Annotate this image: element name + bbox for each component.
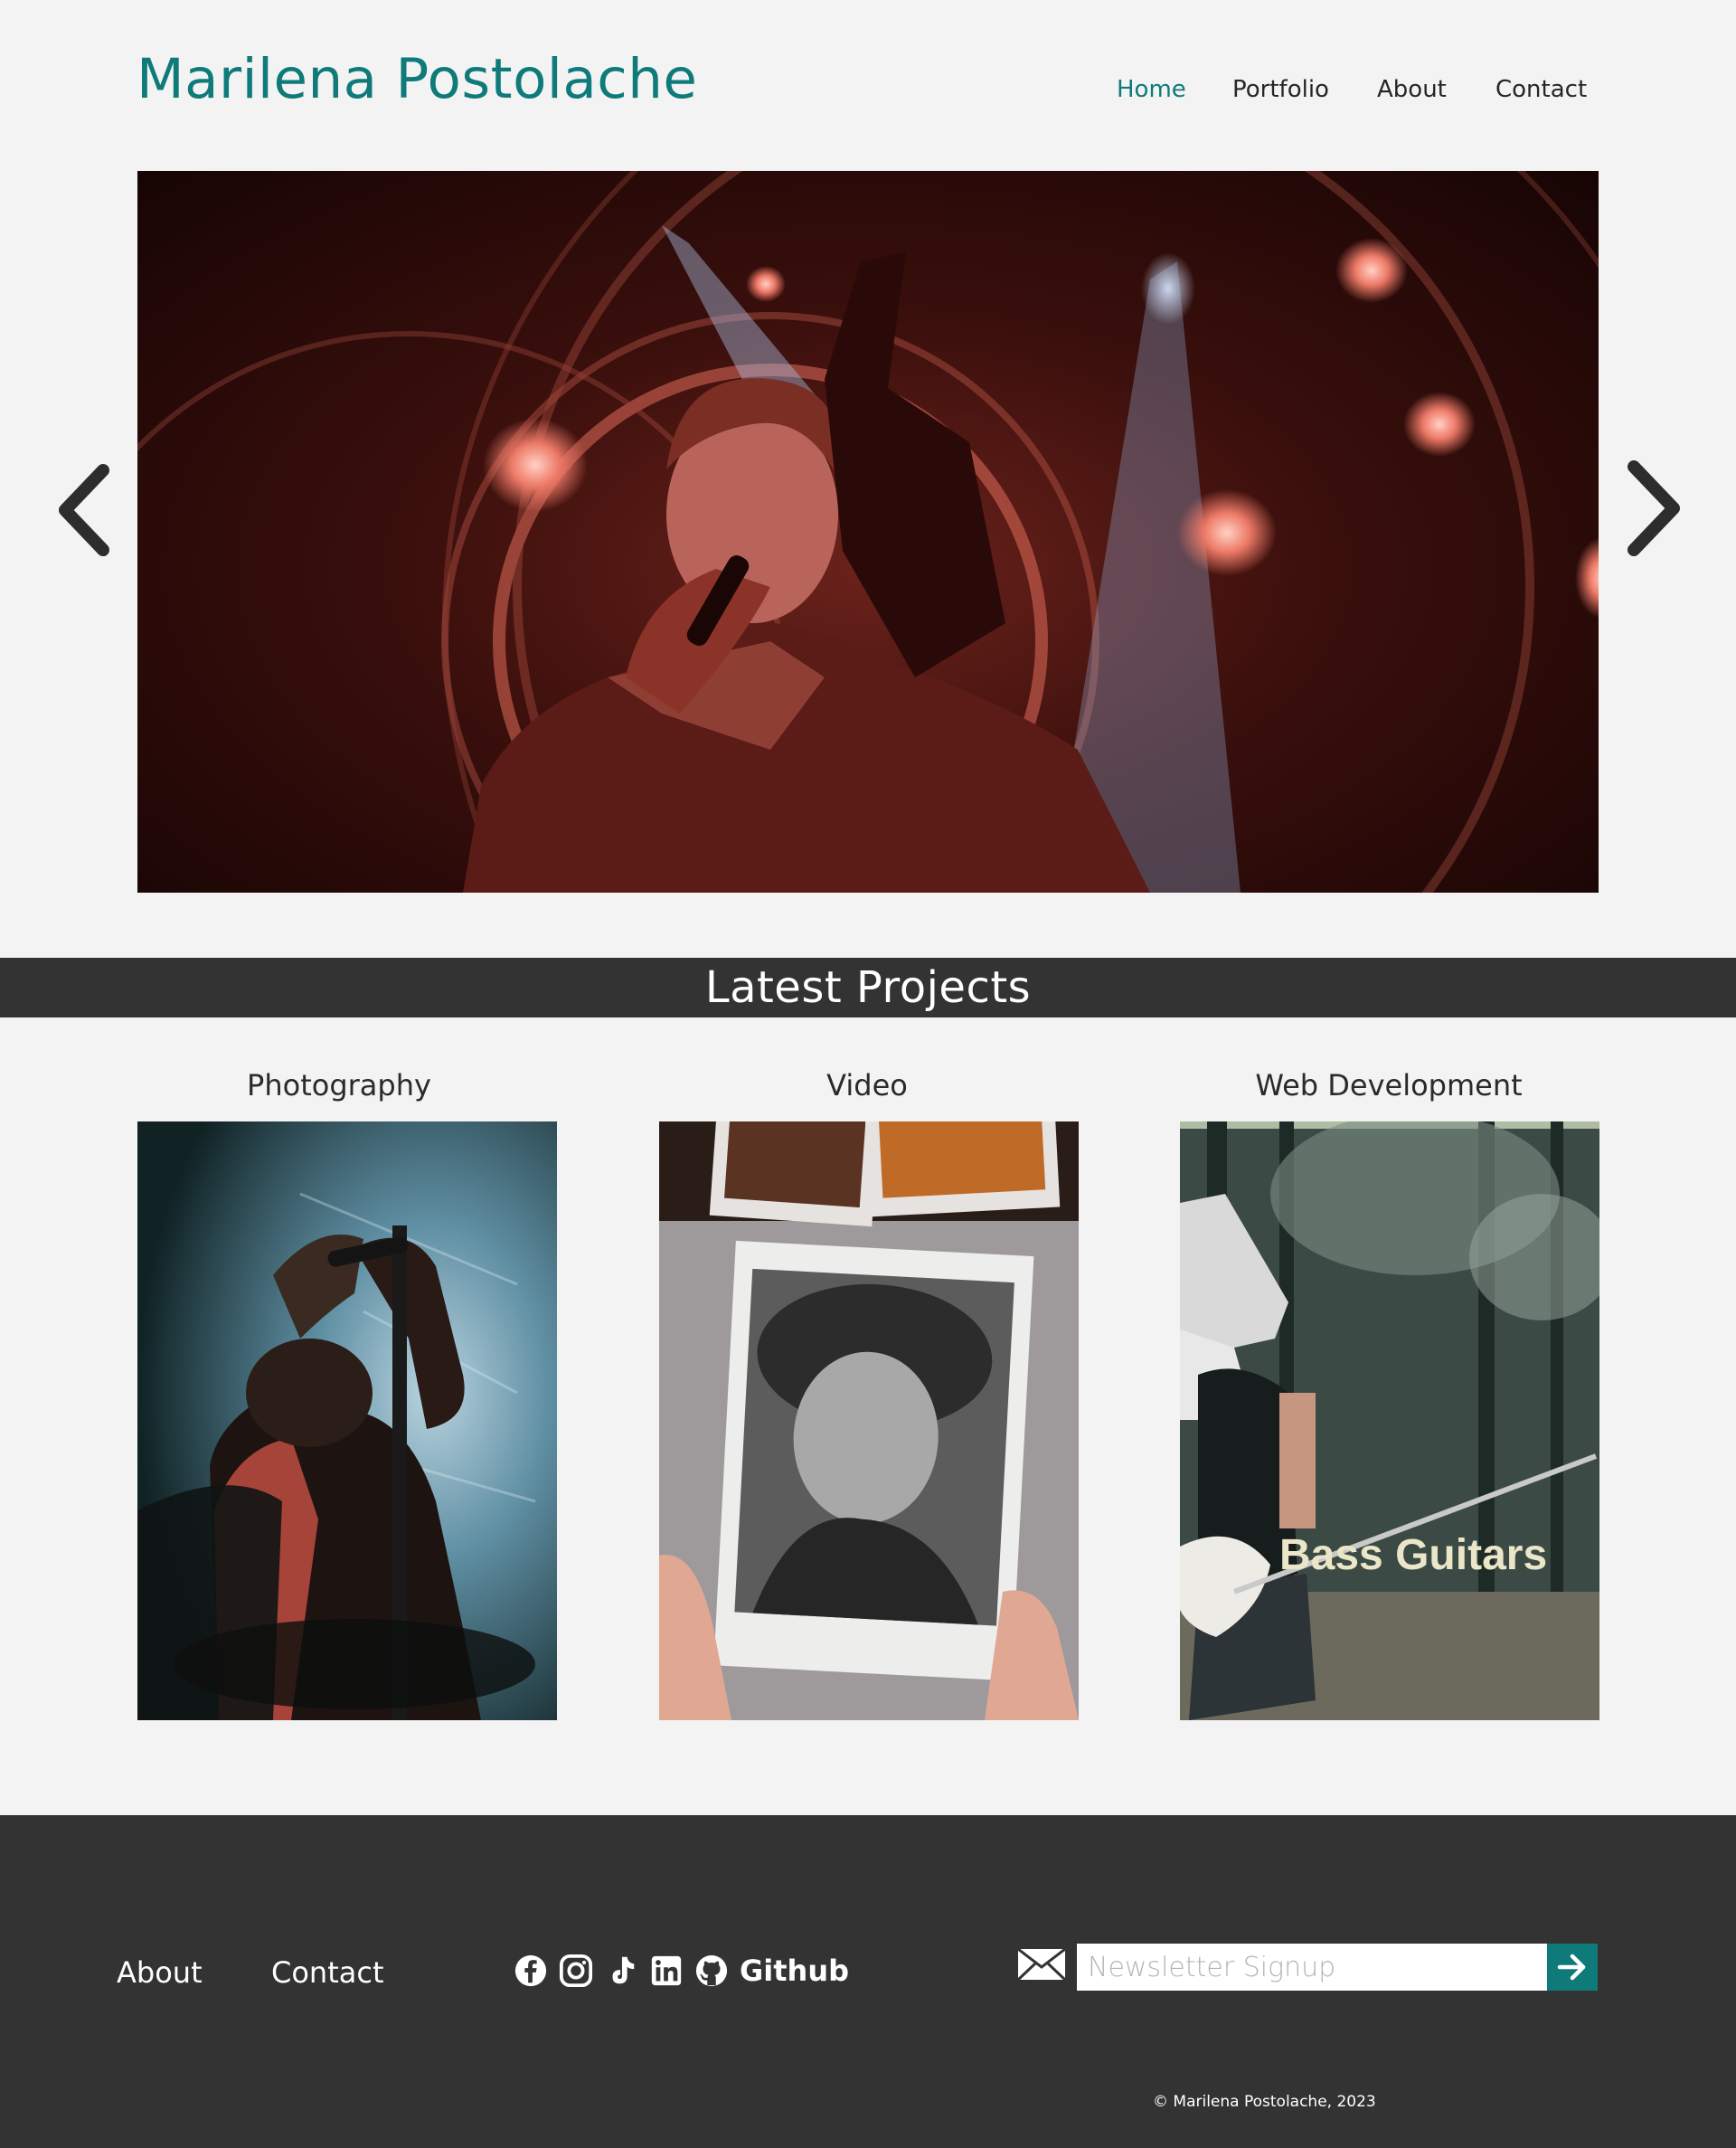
instagram-icon[interactable] [559,1954,593,1988]
chevron-right-icon [1628,460,1680,556]
bass-guitars-image-text: Bass Guitars [1279,1531,1547,1579]
chevron-left-icon [59,464,109,556]
site-title[interactable]: Marilena Postolache [137,47,697,111]
hero-slide-image [137,171,1599,893]
newsletter-submit-button[interactable] [1547,1944,1598,1991]
footer-link-contact[interactable]: Contact [271,1955,384,1990]
tiktok-icon[interactable] [604,1954,638,1988]
latest-projects-band: Latest Projects [0,958,1736,1017]
project-label-video: Video [826,1068,908,1102]
project-image-photography[interactable] [137,1121,557,1720]
section-heading: Latest Projects [704,962,1032,1013]
newsletter-email-input[interactable] [1077,1944,1547,1991]
linkedin-icon[interactable] [649,1954,684,1988]
arrow-right-icon [1557,1954,1586,1981]
social-links: Github [514,1954,849,1988]
carousel-prev-button[interactable] [52,459,116,561]
nav-home[interactable]: Home [1117,76,1186,103]
main-nav: Home Portfolio About Contact [1085,76,1600,112]
github-label[interactable]: Github [740,1954,849,1988]
carousel-next-button[interactable] [1621,456,1684,561]
github-icon[interactable] [694,1954,729,1988]
project-label-photography: Photography [247,1068,431,1102]
project-image-video[interactable] [659,1121,1079,1720]
project-image-web-development[interactable]: Bass Guitars [1180,1121,1599,1720]
copyright-text: © Marilena Postolache, 2023 [1153,2093,1376,2111]
nav-contact[interactable]: Contact [1495,76,1587,103]
nav-about[interactable]: About [1377,76,1447,103]
facebook-icon[interactable] [514,1954,548,1988]
project-label-web-development: Web Development [1255,1068,1523,1102]
footer-link-about[interactable]: About [117,1955,203,1990]
nav-portfolio[interactable]: Portfolio [1232,76,1329,103]
envelope-icon [1016,1947,1067,1982]
